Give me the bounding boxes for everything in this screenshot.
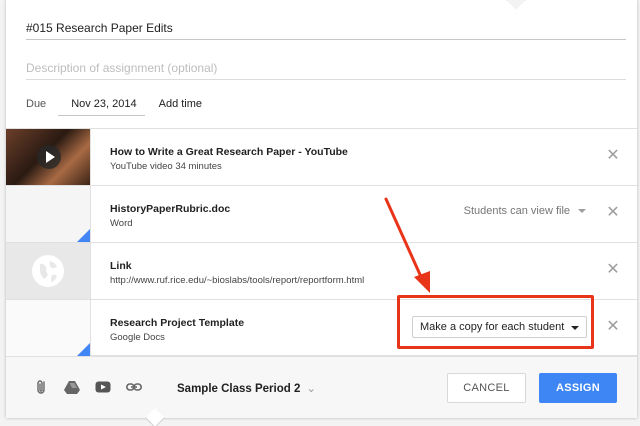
remove-attachment-icon[interactable]: ✕ [606, 262, 620, 278]
attachment-title[interactable]: Link [110, 260, 364, 272]
youtube-icon[interactable] [95, 379, 111, 395]
attachment-item[interactable]: Link http://www.ruf.rice.edu/~bioslabs/t… [6, 242, 637, 299]
due-label: Due [26, 98, 47, 110]
attachment-title[interactable]: Research Project Template [110, 317, 244, 329]
attachment-text: Link http://www.ruf.rice.edu/~bioslabs/t… [110, 260, 364, 286]
due-date-field[interactable]: Nov 23, 2014 [58, 96, 145, 116]
permission-dropdown[interactable]: Students can view file [464, 205, 586, 217]
doc-corner-icon [77, 343, 90, 356]
attachment-title[interactable]: HistoryPaperRubric.doc [110, 203, 230, 215]
attachment-text: Research Project Template Google Docs [110, 317, 244, 343]
attachment-item[interactable]: How to Write a Great Research Paper - Yo… [6, 128, 637, 185]
remove-attachment-icon[interactable]: ✕ [606, 319, 620, 335]
document-thumbnail[interactable] [6, 300, 91, 356]
class-selector[interactable]: Sample Class Period 2 ⌄ [177, 381, 316, 395]
paperclip-icon[interactable] [34, 379, 50, 395]
class-selector-value: Sample Class Period 2 [177, 383, 301, 395]
document-thumbnail[interactable] [6, 186, 91, 242]
dialog-pointer [506, 0, 526, 10]
assign-button[interactable]: ASSIGN [539, 373, 617, 403]
annotation-arrow [384, 197, 430, 293]
drive-icon[interactable] [64, 379, 80, 395]
video-thumbnail[interactable] [6, 129, 91, 185]
permission-dropdown-value: Students can view file [463, 205, 570, 217]
chevron-down-icon: ⌄ [306, 383, 317, 395]
caret-down-icon [571, 326, 579, 330]
copy-permission-dropdown[interactable]: Make a copy for each student [412, 316, 587, 338]
caret-down-icon [578, 209, 586, 214]
remove-attachment-icon[interactable]: ✕ [606, 148, 620, 164]
attachment-text: How to Write a Great Research Paper - Yo… [110, 146, 348, 172]
attachment-item[interactable]: HistoryPaperRubric.doc Word Students can… [6, 185, 637, 242]
attachment-subtitle: Word [110, 218, 133, 229]
attachment-title[interactable]: How to Write a Great Research Paper - Yo… [110, 146, 348, 158]
copy-permission-dropdown-value: Make a copy for each student [420, 321, 565, 333]
assignment-title-field[interactable]: #015 Research Paper Edits [26, 18, 626, 40]
attachment-subtitle: YouTube video 34 minutes [110, 161, 222, 172]
link-icon[interactable] [126, 379, 142, 395]
dialog-footer: Sample Class Period 2 ⌄ CANCEL ASSIGN [6, 356, 637, 418]
link-thumbnail[interactable] [6, 243, 91, 299]
play-icon[interactable] [37, 145, 61, 169]
globe-icon [32, 255, 64, 287]
cancel-button[interactable]: CANCEL [447, 373, 526, 403]
assignment-description-field[interactable]: Description of assignment (optional) [26, 58, 626, 80]
attachment-subtitle: Google Docs [110, 332, 165, 343]
add-time-link[interactable]: Add time [159, 96, 202, 110]
remove-attachment-icon[interactable]: ✕ [606, 205, 620, 221]
due-row: Due Nov 23, 2014 Add time [26, 96, 202, 118]
attachment-text: HistoryPaperRubric.doc Word [110, 203, 230, 229]
attachment-subtitle: http://www.ruf.rice.edu/~bioslabs/tools/… [110, 275, 365, 286]
doc-corner-icon [77, 229, 90, 242]
